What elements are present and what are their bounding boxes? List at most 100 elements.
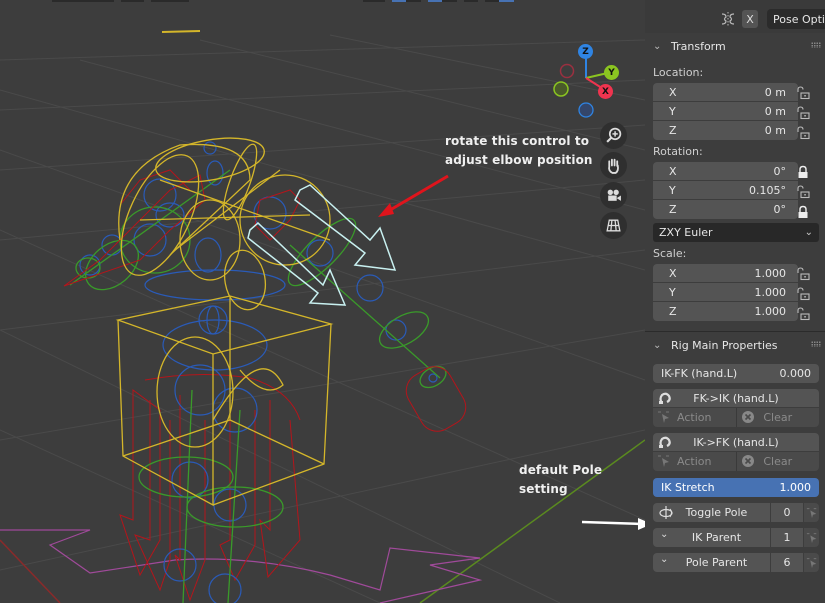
lock-open-icon[interactable]	[796, 86, 810, 100]
navigation-gizmo[interactable]: Z Y X	[548, 40, 628, 120]
chevron-down-icon: ⌄	[660, 554, 669, 565]
xray-toggle-button[interactable]: X	[742, 10, 758, 28]
rotation-vector: X 0° Y 0.105° Z 0°	[653, 162, 798, 219]
perspective-toggle-button[interactable]	[600, 212, 627, 239]
pole-parent-value[interactable]: 6	[771, 553, 804, 572]
field-value: 0 m	[764, 104, 786, 118]
location-label: Location:	[653, 66, 704, 79]
location-y-field[interactable]: Y 0 m	[653, 102, 798, 121]
toggle-pole-eyedropper[interactable]	[804, 503, 819, 522]
axis-label: Z	[669, 124, 677, 137]
eyedropper-cursor-icon	[806, 532, 816, 543]
location-x-field[interactable]: X 0 m	[653, 83, 798, 102]
field-value: 1.000	[754, 266, 787, 280]
pose-options-dropdown[interactable]: Pose Options	[767, 9, 825, 29]
rotation-y-field[interactable]: Y 0.105°	[653, 181, 798, 200]
scale-x-field[interactable]: X 1.000	[653, 264, 798, 283]
ik-fk-value: 0.000	[779, 367, 812, 380]
arm-fk-controls	[63, 169, 467, 432]
rotation-z-field[interactable]: Z 0°	[653, 200, 798, 219]
field-value: 0°	[773, 203, 787, 216]
elbow-annotation-line2: adjust elbow position	[445, 153, 593, 167]
rig-panel-header[interactable]: ⌄ Rig Main Properties	[645, 332, 825, 358]
scale-label: Scale:	[653, 247, 687, 260]
ik-to-fk-button[interactable]: IK->FK (hand.L)	[653, 433, 819, 452]
location-fields: X 0 m Y 0 m Z 0 m	[645, 83, 825, 140]
perspective-grid-icon	[606, 219, 621, 232]
fk-to-ik-button[interactable]: FK->IK (hand.L)	[653, 389, 819, 408]
clear-x-icon	[741, 411, 754, 423]
fk-to-ik-clear-button[interactable]: Clear	[735, 408, 820, 427]
floor-grid	[0, 34, 645, 603]
ik-parent-dropdown[interactable]: ⌄ IK Parent	[653, 528, 770, 547]
ik-parent-eyedropper[interactable]	[804, 528, 819, 547]
3d-viewport[interactable]: rotate this control to adjust elbow posi…	[0, 0, 645, 603]
snap-magnet-icon	[659, 436, 671, 448]
rig-main-properties-panel: ⌄ Rig Main Properties IK-FK (hand.L) 0.0…	[645, 332, 825, 572]
lock-open-icon[interactable]	[796, 307, 810, 321]
field-value: 0 m	[764, 85, 786, 99]
pole-parent-dropdown[interactable]: ⌄ Pole Parent	[653, 553, 770, 572]
scale-y-field[interactable]: Y 1.000	[653, 283, 798, 302]
pole-parent-eyedropper[interactable]	[804, 553, 819, 572]
sidebar-n-panel: ⌄ Transform Location: X 0 m Y 0 m Z 0 m Rotat…	[645, 33, 825, 603]
lock-open-icon[interactable]	[796, 106, 810, 120]
rotation-x-field[interactable]: X 0°	[653, 162, 798, 181]
lock-open-icon[interactable]	[796, 185, 810, 199]
fk-to-ik-action-button[interactable]: Action	[653, 408, 736, 427]
axis-label: Z	[669, 305, 677, 318]
pole-annotation: default Pole setting	[519, 463, 603, 496]
drag-grip-icon[interactable]	[811, 42, 821, 48]
ik-controls	[69, 169, 447, 603]
ik-to-fk-clear-label: Clear	[763, 455, 793, 468]
elbow-annotation: rotate this control to adjust elbow posi…	[445, 132, 593, 170]
location-z-field[interactable]: Z 0 m	[653, 121, 798, 140]
axis-label: Y	[669, 104, 676, 118]
ik-to-fk-action-button[interactable]: Action	[653, 452, 736, 471]
fk-to-ik-action-label: Action	[677, 411, 712, 424]
scale-vector: X 1.000 Y 1.000 Z 1.000	[653, 264, 798, 321]
drag-grip-icon[interactable]	[811, 341, 821, 347]
fk-to-ik-clear-label: Clear	[763, 411, 793, 424]
ik-parent-value[interactable]: 1	[771, 528, 804, 547]
eyedropper-cursor-icon	[806, 507, 816, 518]
transform-panel-header[interactable]: ⌄ Transform	[645, 33, 825, 59]
ik-to-fk-clear-button[interactable]: Clear	[735, 452, 820, 471]
rotation-fields: X 0° Y 0.105° Z 0°	[645, 162, 825, 219]
axis-label: Y	[669, 183, 676, 197]
lock-closed-icon[interactable]	[796, 205, 810, 219]
camera-icon	[607, 189, 621, 201]
gizmo-x-axis[interactable]: X	[598, 84, 613, 99]
torso-controls	[115, 137, 334, 507]
chevron-down-icon: ⌄	[804, 227, 813, 238]
root-control	[0, 529, 483, 603]
ik-to-fk-label: IK->FK (hand.L)	[693, 435, 779, 449]
axis-label: X	[669, 164, 677, 178]
lock-closed-icon[interactable]	[796, 165, 810, 179]
rotation-mode-dropdown[interactable]: ZXY Euler ⌄	[653, 223, 819, 242]
ik-to-fk-subrow: Action Clear	[653, 452, 819, 471]
gizmo-z-axis[interactable]: Z	[578, 44, 593, 59]
lock-open-icon[interactable]	[796, 267, 810, 281]
ik-fk-slider[interactable]: IK-FK (hand.L) 0.000	[653, 364, 819, 383]
viewport-header-strip	[0, 0, 825, 4]
ik-stretch-slider[interactable]: IK Stretch 1.000	[653, 478, 819, 497]
lock-open-icon[interactable]	[796, 126, 810, 140]
gizmo-y-axis[interactable]: Y	[604, 65, 619, 80]
scale-z-field[interactable]: Z 1.000	[653, 302, 798, 321]
toggle-pole-row: Toggle Pole 0	[653, 503, 819, 522]
camera-view-button[interactable]	[600, 182, 627, 209]
ik-stretch-value: 1.000	[779, 481, 812, 494]
leg-fk-controls	[119, 373, 301, 602]
eyedropper-cursor-icon	[658, 455, 669, 467]
ik-to-fk-action-label: Action	[677, 455, 712, 468]
toggle-pole-button[interactable]: Toggle Pole	[653, 503, 770, 522]
zoom-button[interactable]	[600, 122, 627, 149]
xray-icon[interactable]	[718, 9, 738, 29]
pan-button[interactable]	[600, 152, 627, 179]
toggle-pole-value[interactable]: 0	[771, 503, 804, 522]
rotation-mode-value: ZXY Euler	[659, 226, 713, 239]
lock-open-icon[interactable]	[796, 287, 810, 301]
pan-hand-icon	[608, 158, 619, 174]
ik-parent-row: ⌄ IK Parent 1	[653, 528, 819, 547]
